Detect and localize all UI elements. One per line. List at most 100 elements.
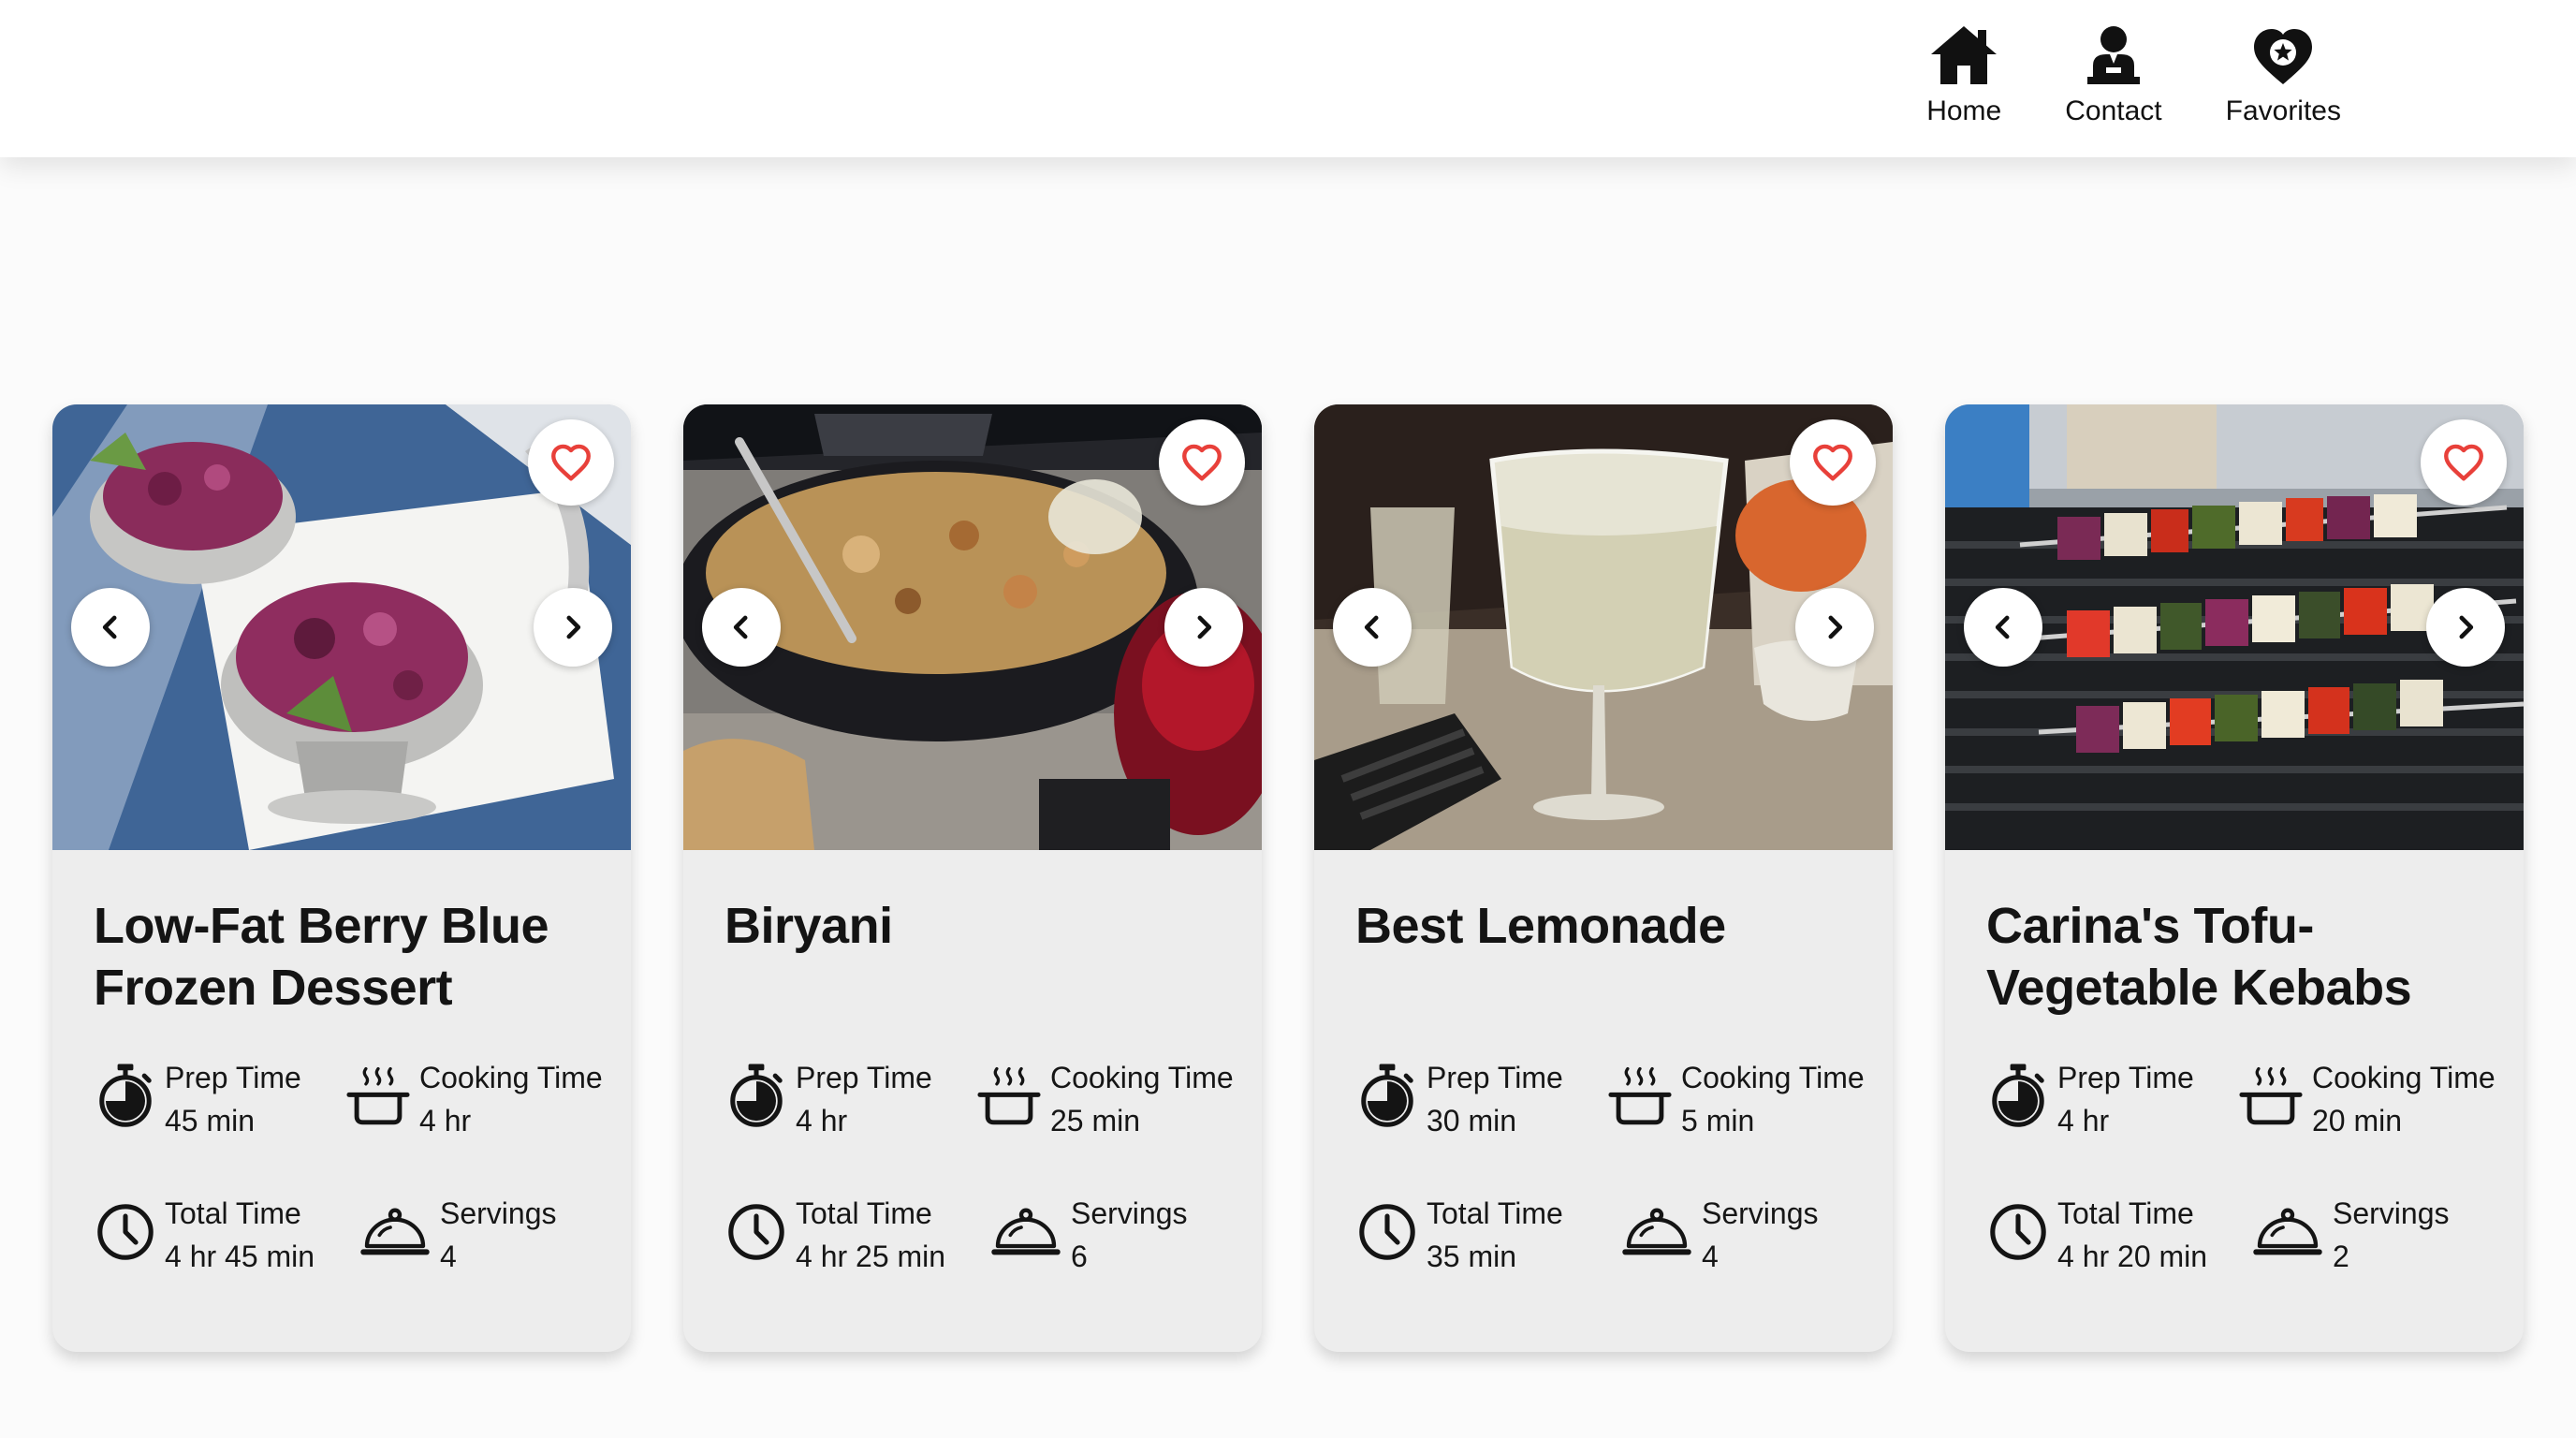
total-time: Total Time 4 hr 20 min [1986, 1192, 2207, 1278]
cloche-icon [1619, 1197, 1694, 1267]
total-time-label: Total Time [165, 1196, 301, 1230]
cooking-time-value: 5 min [1681, 1104, 1755, 1137]
servings-value: 6 [1071, 1240, 1088, 1273]
recipe-title[interactable]: Low-Fat Berry Blue Frozen Dessert [94, 895, 599, 1019]
clock-icon [94, 1197, 157, 1267]
cooking-pot-icon [2237, 1062, 2305, 1131]
heart-icon [2440, 439, 2487, 486]
top-header: Home Contact Favorites [0, 0, 2576, 157]
chevron-right-icon [1816, 609, 1853, 646]
chevron-left-icon [1354, 609, 1391, 646]
prep-time-label: Prep Time [796, 1061, 932, 1094]
favorite-button[interactable] [1159, 419, 1245, 506]
heart-icon [1178, 439, 1225, 486]
clock-icon [1355, 1197, 1419, 1267]
servings: Servings 4 [358, 1192, 557, 1278]
chevron-left-icon [723, 609, 760, 646]
cooking-pot-icon [975, 1062, 1043, 1131]
cloche-icon [358, 1197, 432, 1267]
cooking-pot-icon [344, 1062, 412, 1131]
next-image-button[interactable] [2426, 588, 2505, 667]
favorite-button[interactable] [1790, 419, 1876, 506]
chevron-left-icon [92, 609, 129, 646]
contact-icon [2086, 26, 2140, 84]
recipe-image-carousel [52, 404, 631, 850]
prep-time-value: 45 min [165, 1104, 256, 1137]
total-time-value: 4 hr 20 min [2057, 1240, 2208, 1273]
chevron-right-icon [554, 609, 592, 646]
total-time-label: Total Time [2057, 1196, 2194, 1230]
prep-time-label: Prep Time [165, 1061, 301, 1094]
cooking-time-value: 25 min [1050, 1104, 1141, 1137]
total-time-label: Total Time [796, 1196, 932, 1230]
recipe-image-carousel [1314, 404, 1893, 850]
total-time: Total Time 4 hr 25 min [724, 1192, 945, 1278]
nav-home[interactable]: Home [1926, 0, 2001, 127]
home-icon [1931, 26, 1998, 84]
previous-image-button[interactable] [1964, 588, 2042, 667]
cooking-time-label: Cooking Time [2312, 1061, 2496, 1094]
heart-icon [548, 439, 594, 486]
servings-label: Servings [1071, 1196, 1188, 1230]
stopwatch-icon [94, 1062, 157, 1131]
servings-label: Servings [1702, 1196, 1819, 1230]
servings-label: Servings [440, 1196, 557, 1230]
prep-time: Prep Time 4 hr [1986, 1056, 2194, 1142]
servings-value: 2 [2333, 1240, 2349, 1273]
cloche-icon [988, 1197, 1063, 1267]
servings: Servings 4 [1619, 1192, 1819, 1278]
recipe-title[interactable]: Best Lemonade [1355, 895, 1861, 957]
recipe-card[interactable]: Best Lemonade Prep Time 30 min Cooking T… [1314, 404, 1893, 1352]
nav-contact-label: Contact [2065, 95, 2162, 126]
total-time-value: 35 min [1427, 1240, 1517, 1273]
prep-time-label: Prep Time [1427, 1061, 1563, 1094]
servings: Servings 6 [988, 1192, 1188, 1278]
servings-value: 4 [1702, 1240, 1719, 1273]
servings-value: 4 [440, 1240, 457, 1273]
servings-label: Servings [2333, 1196, 2450, 1230]
prep-time-value: 4 hr [2057, 1104, 2110, 1137]
cooking-time: Cooking Time 5 min [1606, 1056, 1865, 1142]
total-time: Total Time 4 hr 45 min [94, 1192, 315, 1278]
stopwatch-icon [1355, 1062, 1419, 1131]
nav-favorites[interactable]: Favorites [2226, 0, 2341, 127]
prep-time-value: 30 min [1427, 1104, 1517, 1137]
recipe-card-list: Low-Fat Berry Blue Frozen Dessert Prep T… [52, 404, 2524, 1352]
servings: Servings 2 [2250, 1192, 2450, 1278]
prep-time: Prep Time 4 hr [724, 1056, 932, 1142]
favorites-icon [2254, 29, 2313, 84]
previous-image-button[interactable] [1333, 588, 1412, 667]
cloche-icon [2250, 1197, 2325, 1267]
cooking-time-label: Cooking Time [1681, 1061, 1865, 1094]
favorite-button[interactable] [2421, 419, 2507, 506]
nav-contact[interactable]: Contact [2065, 0, 2162, 127]
clock-icon [1986, 1197, 2050, 1267]
prep-time-label: Prep Time [2057, 1061, 2194, 1094]
chevron-right-icon [2447, 609, 2484, 646]
next-image-button[interactable] [534, 588, 612, 667]
stopwatch-icon [724, 1062, 788, 1131]
recipe-card[interactable]: Low-Fat Berry Blue Frozen Dessert Prep T… [52, 404, 631, 1352]
prep-time: Prep Time 30 min [1355, 1056, 1563, 1142]
recipe-title[interactable]: Biryani [724, 895, 1230, 957]
cooking-time-label: Cooking Time [1050, 1061, 1234, 1094]
recipe-card[interactable]: Carina's Tofu-Vegetable Kebabs Prep Time… [1945, 404, 2524, 1352]
cooking-time-label: Cooking Time [419, 1061, 603, 1094]
cooking-time: Cooking Time 25 min [975, 1056, 1234, 1142]
prep-time-value: 4 hr [796, 1104, 848, 1137]
previous-image-button[interactable] [702, 588, 781, 667]
cooking-time-value: 4 hr [419, 1104, 472, 1137]
cooking-time: Cooking Time 20 min [2237, 1056, 2496, 1142]
total-time-label: Total Time [1427, 1196, 1563, 1230]
recipe-card[interactable]: Biryani Prep Time 4 hr Cooking Time 25 m… [683, 404, 1262, 1352]
cooking-time: Cooking Time 4 hr [344, 1056, 603, 1142]
recipe-image-carousel [683, 404, 1262, 850]
favorite-button[interactable] [528, 419, 614, 506]
next-image-button[interactable] [1795, 588, 1874, 667]
cooking-time-value: 20 min [2312, 1104, 2403, 1137]
main-nav: Home Contact Favorites [1926, 0, 2341, 157]
next-image-button[interactable] [1164, 588, 1243, 667]
nav-home-label: Home [1926, 95, 2002, 126]
recipe-title[interactable]: Carina's Tofu-Vegetable Kebabs [1986, 895, 2492, 1019]
previous-image-button[interactable] [71, 588, 150, 667]
